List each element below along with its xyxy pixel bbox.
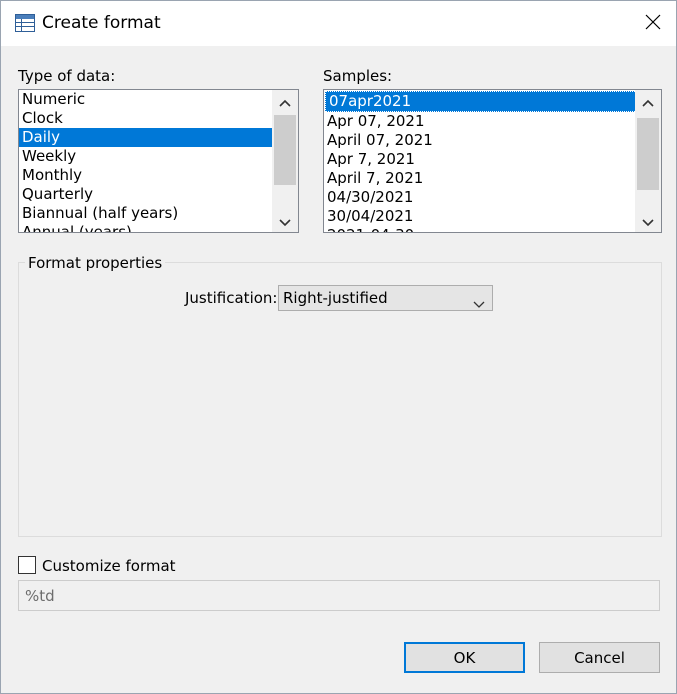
chevron-up-icon (279, 92, 291, 111)
scroll-down-button[interactable] (635, 210, 661, 232)
custom-format-field[interactable] (18, 580, 660, 611)
type-of-data-listbox[interactable]: Numeric Clock Daily Weekly Monthly Quart… (18, 89, 299, 233)
close-icon (645, 14, 661, 34)
list-item[interactable]: Clock (19, 109, 278, 128)
list-item[interactable]: Apr 07, 2021 (324, 112, 641, 131)
list-item[interactable]: Numeric (19, 90, 278, 109)
list-item[interactable]: 04/30/2021 (324, 188, 641, 207)
scroll-thumb[interactable] (637, 118, 659, 190)
type-of-data-items: Numeric Clock Daily Weekly Monthly Quart… (19, 90, 278, 232)
list-item-selected[interactable]: 07apr2021 (325, 91, 641, 112)
list-item[interactable]: 30/04/2021 (324, 207, 641, 226)
scroll-up-button[interactable] (635, 90, 661, 112)
list-item[interactable]: Apr 7, 2021 (324, 150, 641, 169)
list-item-selected[interactable]: Daily (19, 128, 278, 147)
list-item[interactable]: Annual (years) (19, 223, 278, 232)
type-of-data-label: Type of data: (18, 67, 116, 85)
scroll-up-button[interactable] (272, 90, 298, 112)
format-properties-legend: Format properties (25, 254, 166, 272)
samples-label: Samples: (323, 67, 393, 85)
samples-items: 07apr2021 Apr 07, 2021 April 07, 2021 Ap… (324, 90, 641, 232)
samples-listbox[interactable]: 07apr2021 Apr 07, 2021 April 07, 2021 Ap… (323, 89, 662, 233)
chevron-down-icon (642, 212, 654, 231)
customize-format-label[interactable]: Customize format (42, 557, 176, 575)
scroll-thumb[interactable] (274, 115, 296, 185)
customize-format-checkbox[interactable] (18, 556, 36, 574)
ok-button[interactable]: OK (404, 642, 525, 673)
list-item[interactable]: Monthly (19, 166, 278, 185)
chevron-down-icon (279, 212, 291, 231)
justification-dropdown[interactable]: Right-justified (278, 285, 493, 311)
list-item[interactable]: 2021-04-30 (324, 226, 641, 232)
list-item[interactable]: Weekly (19, 147, 278, 166)
samples-scrollbar[interactable] (635, 90, 661, 232)
cancel-button[interactable]: Cancel (539, 642, 660, 673)
type-of-data-scrollbar[interactable] (272, 90, 298, 232)
list-item[interactable]: Quarterly (19, 185, 278, 204)
list-item[interactable]: April 07, 2021 (324, 131, 641, 150)
chevron-up-icon (642, 92, 654, 111)
title-bar: Create format (1, 1, 676, 46)
close-button[interactable] (629, 1, 676, 46)
list-item[interactable]: Biannual (half years) (19, 204, 278, 223)
justification-label: Justification: (185, 289, 278, 307)
list-item[interactable]: April 7, 2021 (324, 169, 641, 188)
window-title: Create format (42, 13, 161, 33)
scroll-down-button[interactable] (272, 210, 298, 232)
chevron-down-icon (473, 294, 485, 313)
create-format-dialog: Create format Type of data: Numeric Cloc… (0, 0, 677, 694)
table-format-icon (14, 12, 36, 34)
justification-value: Right-justified (283, 289, 388, 307)
